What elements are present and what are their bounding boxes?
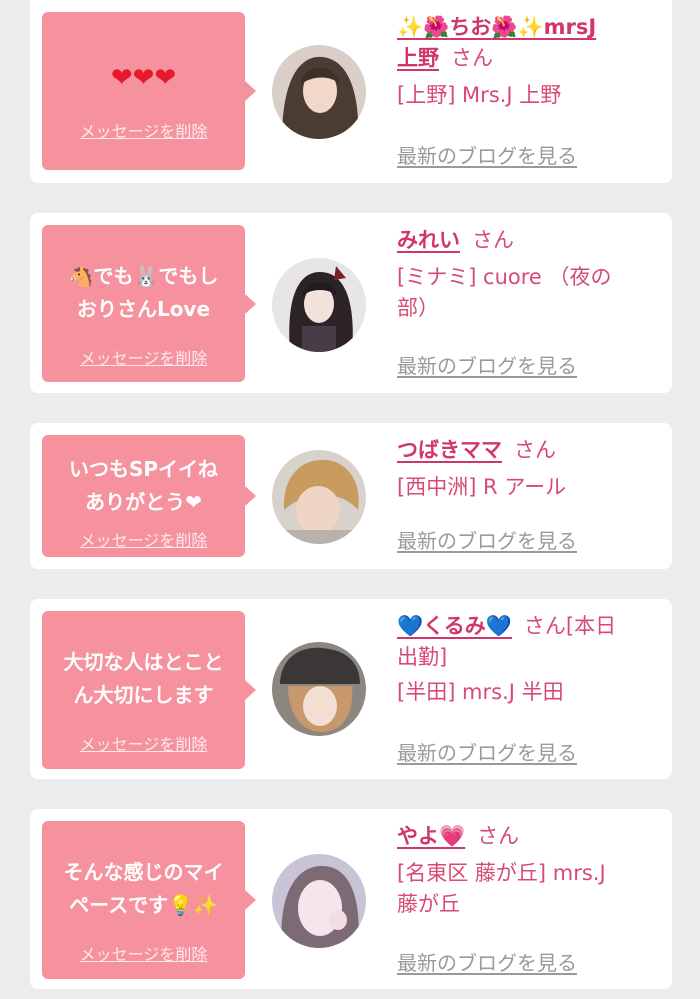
avatar-photo-icon <box>272 45 366 139</box>
avatar[interactable] <box>272 450 366 544</box>
honorific: さん <box>514 438 556 462</box>
message-text: いつもSPイイね ありがとう❤ <box>68 457 219 514</box>
user-name-line: 💙くるみ💙 さん[本日 <box>397 611 665 642</box>
user-name-link[interactable]: ✨🌺ちお🌺✨mrsJ <box>397 15 596 39</box>
message-card: 🐴でも🐰でもし おりさんLove メッセージを削除 みれい さん [ミナミ] cu… <box>30 213 672 393</box>
user-name-line: つばきママ さん <box>397 435 665 466</box>
user-info: つばきママ さん [西中洲] R アール <box>397 435 665 503</box>
message-bubble: ❤❤❤ メッセージを削除 <box>42 12 256 170</box>
avatar-photo-icon <box>272 450 366 544</box>
user-name-link[interactable]: やよ💗 <box>397 824 465 848</box>
delete-message-link[interactable]: メッセージを削除 <box>42 527 245 551</box>
message-text: 🐴でも🐰でもし おりさんLove <box>68 264 219 321</box>
honorific: さん <box>472 228 514 252</box>
shop-label: [西中洲] R アール <box>397 475 567 499</box>
avatar[interactable] <box>272 258 366 352</box>
user-name-link[interactable]: つばきママ <box>397 438 502 462</box>
message-card: ❤❤❤ メッセージを削除 ✨🌺ちお🌺✨mrsJ 上野 さん [上野] Mrs.J … <box>30 0 672 183</box>
avatar[interactable] <box>272 45 366 139</box>
user-name-line: やよ💗 さん <box>397 821 665 852</box>
user-name-link[interactable]: みれい <box>397 228 460 252</box>
avatar-photo-icon <box>272 642 366 736</box>
user-name-line: ✨🌺ちお🌺✨mrsJ <box>397 12 665 43</box>
user-info: みれい さん [ミナミ] cuore （夜の 部） <box>397 225 665 324</box>
message-bubble: そんな感じのマイ ペースです💡✨ メッセージを削除 <box>42 821 256 979</box>
honorific: さん <box>523 614 566 638</box>
shop-label: [ミナミ] cuore （夜の 部） <box>397 265 612 320</box>
message-text: 大切な人はとこと ん大切にします <box>63 650 224 707</box>
latest-blog-link[interactable]: 最新のブログを見る <box>397 525 577 554</box>
delete-message-link[interactable]: メッセージを削除 <box>42 941 245 965</box>
latest-blog-link[interactable]: 最新のブログを見る <box>397 350 577 379</box>
latest-blog-link[interactable]: 最新のブログを見る <box>397 140 577 169</box>
user-name-link[interactable]: 上野 <box>397 46 439 70</box>
user-info: やよ💗 さん [名東区 藤が丘] mrs.J 藤が丘 <box>397 821 665 920</box>
avatar[interactable] <box>272 642 366 736</box>
latest-blog-link[interactable]: 最新のブログを見る <box>397 737 577 766</box>
user-name-line: みれい さん <box>397 225 665 256</box>
delete-message-link[interactable]: メッセージを削除 <box>42 731 245 755</box>
message-bubble: 🐴でも🐰でもし おりさんLove メッセージを削除 <box>42 225 256 382</box>
shop-label: [名東区 藤が丘] mrs.J 藤が丘 <box>397 861 606 916</box>
message-bubble: いつもSPイイね ありがとう❤ メッセージを削除 <box>42 435 256 557</box>
avatar-photo-icon <box>272 854 366 948</box>
shop-label: [半田] mrs.J 半田 <box>397 680 564 704</box>
message-card: いつもSPイイね ありがとう❤ メッセージを削除 つばきママ さん [西中洲] R… <box>30 423 672 569</box>
honorific: さん <box>477 824 520 848</box>
user-info: ✨🌺ちお🌺✨mrsJ 上野 さん [上野] Mrs.J 上野 <box>397 12 665 111</box>
message-text: そんな感じのマイ ペースです💡✨ <box>63 860 224 917</box>
user-info: 💙くるみ💙 さん[本日 出勤] [半田] mrs.J 半田 <box>397 611 665 708</box>
avatar[interactable] <box>272 854 366 948</box>
status-text: 出勤] <box>397 645 448 669</box>
message-bubble: 大切な人はとこと ん大切にします メッセージを削除 <box>42 611 256 769</box>
message-text: ❤❤❤ <box>110 63 177 93</box>
status-text: [本日 <box>565 614 617 638</box>
message-card: そんな感じのマイ ペースです💡✨ メッセージを削除 やよ💗 さん [名東区 藤が丘… <box>30 809 672 989</box>
delete-message-link[interactable]: メッセージを削除 <box>42 118 245 142</box>
latest-blog-link[interactable]: 最新のブログを見る <box>397 947 577 976</box>
shop-label: [上野] Mrs.J 上野 <box>397 83 562 107</box>
user-name-line: 上野 さん <box>397 43 665 74</box>
user-name-link[interactable]: 💙くるみ💙 <box>397 614 512 638</box>
delete-message-link[interactable]: メッセージを削除 <box>42 345 245 369</box>
honorific: さん <box>451 46 493 70</box>
message-card: 大切な人はとこと ん大切にします メッセージを削除 💙くるみ💙 さん[本日 出勤]… <box>30 599 672 779</box>
avatar-photo-icon <box>272 258 366 352</box>
